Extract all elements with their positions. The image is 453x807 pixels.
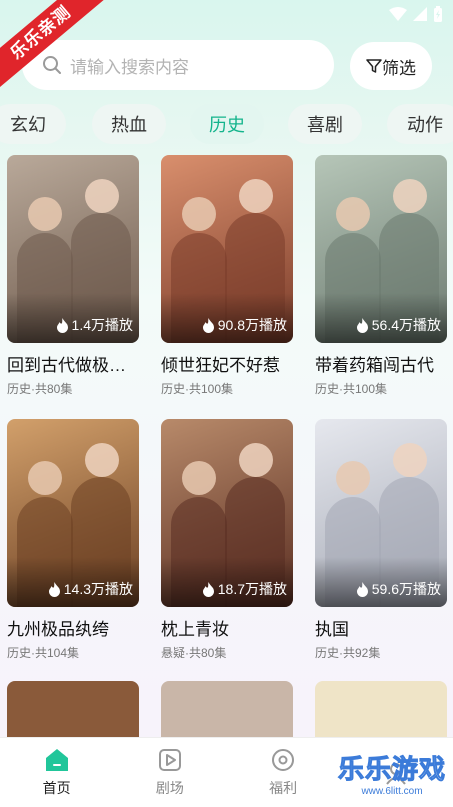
watermark-logo: 乐乐游戏 www.6litt.com bbox=[337, 745, 447, 801]
fire-icon bbox=[356, 581, 368, 597]
tab-label: 首页 bbox=[42, 780, 71, 796]
filter-icon bbox=[366, 59, 382, 73]
drama-meta: 历史·共92集 bbox=[315, 646, 381, 660]
fire-icon bbox=[202, 317, 214, 333]
category-dongzuo[interactable]: 动作 bbox=[387, 104, 453, 144]
play-count: 14.3万播放 bbox=[48, 579, 133, 599]
drama-meta: 悬疑·共80集 bbox=[161, 646, 227, 660]
category-label: 历史 bbox=[209, 115, 245, 135]
drama-card[interactable]: 59.6万播放执国历史·共92集 bbox=[315, 419, 447, 661]
fire-icon bbox=[202, 581, 214, 597]
play-count: 59.6万播放 bbox=[356, 579, 441, 599]
drama-title[interactable]: 回到古代做极… bbox=[7, 351, 139, 376]
play-count-text: 56.4万播放 bbox=[371, 317, 441, 333]
drama-card[interactable]: 18.7万播放枕上青妆悬疑·共80集 bbox=[161, 419, 293, 661]
drama-poster[interactable]: 56.4万播放 bbox=[315, 155, 447, 343]
play-count-text: 1.4万播放 bbox=[71, 317, 133, 333]
category-label: 热血 bbox=[111, 115, 147, 135]
category-label: 玄幻 bbox=[10, 115, 46, 135]
drama-meta: 历史·共100集 bbox=[161, 382, 234, 396]
drama-poster[interactable]: 59.6万播放 bbox=[315, 419, 447, 607]
fire-icon bbox=[356, 317, 368, 333]
category-tabs: 玄幻 热血 历史 喜剧 动作 bbox=[0, 104, 453, 144]
drama-card[interactable]: 56.4万播放带着药箱闯古代历史·共100集 bbox=[315, 155, 447, 397]
category-lishi[interactable]: 历史 bbox=[190, 104, 264, 144]
poster-figure bbox=[393, 179, 427, 213]
fire-icon bbox=[56, 317, 68, 333]
tab-theater[interactable]: 剧场 bbox=[113, 738, 226, 807]
drama-meta: 历史·共104集 bbox=[7, 646, 80, 660]
poster-figure bbox=[182, 197, 216, 231]
filter-label: 筛选 bbox=[382, 58, 416, 78]
signal-icon bbox=[413, 7, 427, 21]
wifi-icon bbox=[389, 7, 407, 21]
welfare-icon bbox=[272, 749, 295, 771]
play-count-text: 90.8万播放 bbox=[217, 317, 287, 333]
drama-card[interactable]: 1.4万播放回到古代做极… 历史·共80集 bbox=[7, 155, 139, 397]
poster-figure bbox=[182, 461, 216, 495]
drama-poster-partial[interactable] bbox=[7, 681, 139, 741]
drama-title[interactable]: 执国 bbox=[315, 615, 447, 640]
poster-figure bbox=[336, 461, 370, 495]
search-input[interactable]: 请输入搜索内容 bbox=[22, 40, 334, 90]
poster-figure bbox=[393, 443, 427, 477]
drama-poster[interactable]: 90.8万播放 bbox=[161, 155, 293, 343]
tab-home[interactable]: 首页 bbox=[0, 738, 113, 807]
poster-figure bbox=[85, 443, 119, 477]
search-placeholder: 请输入搜索内容 bbox=[70, 57, 189, 77]
play-count: 90.8万播放 bbox=[202, 315, 287, 335]
search-icon bbox=[43, 56, 61, 74]
drama-card[interactable]: 14.3万播放九州极品纨绔历史·共104集 bbox=[7, 419, 139, 661]
drama-title[interactable]: 带着药箱闯古代 bbox=[315, 351, 447, 376]
drama-meta: 历史·共100集 bbox=[315, 382, 388, 396]
drama-title[interactable]: 倾世狂妃不好惹 bbox=[161, 351, 293, 376]
category-label: 喜剧 bbox=[307, 115, 343, 135]
watermark-url: www.6litt.com bbox=[361, 786, 423, 797]
filter-button[interactable]: 筛选 bbox=[350, 42, 432, 90]
poster-figure bbox=[28, 197, 62, 231]
play-count-text: 59.6万播放 bbox=[371, 581, 441, 597]
play-count: 1.4万播放 bbox=[56, 315, 133, 335]
play-count: 18.7万播放 bbox=[202, 579, 287, 599]
drama-poster[interactable]: 1.4万播放 bbox=[7, 155, 139, 343]
tab-label: 剧场 bbox=[155, 780, 184, 796]
theater-icon bbox=[158, 749, 181, 771]
poster-figure bbox=[239, 443, 273, 477]
poster-figure bbox=[239, 179, 273, 213]
category-label: 动作 bbox=[407, 115, 443, 135]
category-rexue[interactable]: 热血 bbox=[92, 104, 166, 144]
drama-title[interactable]: 九州极品纨绔 bbox=[7, 615, 139, 640]
drama-card[interactable]: 90.8万播放倾世狂妃不好惹历史·共100集 bbox=[161, 155, 293, 397]
category-xuanhuan[interactable]: 玄幻 bbox=[0, 104, 66, 144]
search-row: 请输入搜索内容 筛选 bbox=[22, 40, 432, 92]
poster-figure bbox=[85, 179, 119, 213]
play-count-text: 18.7万播放 bbox=[217, 581, 287, 597]
play-count-text: 14.3万播放 bbox=[63, 581, 133, 597]
drama-meta: 历史·共80集 bbox=[7, 382, 73, 396]
home-icon bbox=[45, 749, 68, 771]
battery-icon bbox=[434, 6, 442, 22]
drama-poster[interactable]: 18.7万播放 bbox=[161, 419, 293, 607]
fire-icon bbox=[48, 581, 60, 597]
drama-poster-partial[interactable] bbox=[161, 681, 293, 741]
drama-poster-partial[interactable] bbox=[315, 681, 447, 741]
category-xiju[interactable]: 喜剧 bbox=[288, 104, 362, 144]
drama-title[interactable]: 枕上青妆 bbox=[161, 615, 293, 640]
poster-figure bbox=[28, 461, 62, 495]
drama-poster[interactable]: 14.3万播放 bbox=[7, 419, 139, 607]
tab-label: 福利 bbox=[269, 780, 298, 796]
tab-welfare[interactable]: 福利 bbox=[227, 738, 340, 807]
play-count: 56.4万播放 bbox=[356, 315, 441, 335]
watermark-title: 乐乐游戏 bbox=[337, 754, 446, 785]
poster-figure bbox=[336, 197, 370, 231]
